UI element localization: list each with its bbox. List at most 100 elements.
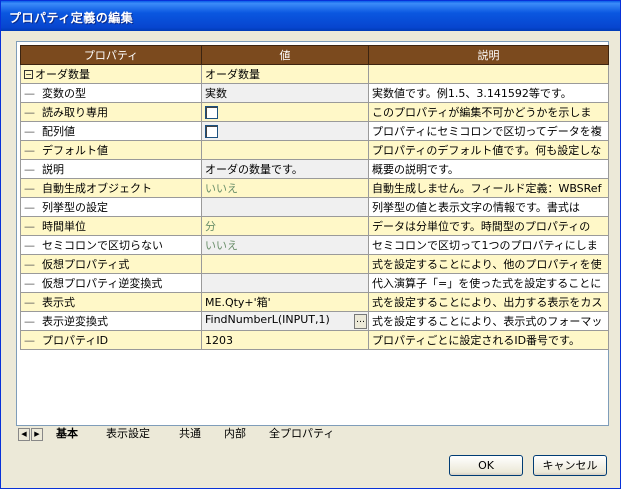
column-header-property[interactable]: プロパティ — [20, 45, 202, 65]
property-name-cell[interactable]: — 表示式 — [20, 292, 202, 312]
property-description-cell[interactable]: 列挙型の値と表示文字の情報です。書式は — [368, 197, 609, 217]
property-value-cell[interactable] — [201, 102, 369, 122]
tab-common[interactable]: 共通 — [179, 427, 201, 441]
tab-internal[interactable]: 内部 — [224, 427, 246, 441]
property-name-cell[interactable]: — 仮想プロパティ式 — [20, 254, 202, 274]
table-row[interactable]: − オーダ数量 オーダ数量 — [20, 64, 609, 84]
property-grid: プロパティ 値 説明 − オーダ数量 オーダ数量 — 変数の型 実数 実数値です。例1.5、… — [16, 41, 609, 431]
property-description-cell[interactable]: プロパティのデフォルト値です。何も設定しな — [368, 140, 609, 160]
tab-basic[interactable]: 基本 — [56, 427, 78, 441]
table-row[interactable]: — 読み取り専用 このプロパティが編集不可かどうかを示しま — [20, 102, 609, 122]
property-name: デフォルト値 — [42, 144, 108, 157]
property-value-cell[interactable]: いいえ — [201, 235, 369, 255]
property-name: 列挙型の設定 — [42, 201, 108, 214]
property-name-cell[interactable]: — デフォルト値 — [20, 140, 202, 160]
window-title: プロパティ定義の編集 — [9, 11, 134, 25]
property-value-cell[interactable]: … FindNumberL(INPUT,1) — [201, 311, 369, 331]
tab-bar: ◀ ▶ 基本 表示設定 共通 内部 全プロパティ — [16, 425, 609, 443]
property-description-cell[interactable] — [368, 64, 609, 84]
tree-line-icon: — — [24, 125, 35, 138]
property-name-cell[interactable]: — 変数の型 — [20, 83, 202, 103]
property-name-cell[interactable]: — 読み取り専用 — [20, 102, 202, 122]
checkbox[interactable] — [205, 124, 218, 138]
property-value-cell[interactable] — [201, 273, 369, 293]
property-name: 仮想プロパティ式 — [42, 258, 130, 271]
table-row[interactable]: — 表示式 ME.Qty+'箱' 式を設定することにより、出力する表示をカス — [20, 292, 609, 312]
table-row[interactable]: — 表示逆変換式 … FindNumberL(INPUT,1) 式を設定することにより、… — [20, 311, 609, 331]
property-value: いいえ — [205, 182, 238, 195]
table-row[interactable]: — 時間単位 分 データは分単位です。時間型のプロパティの — [20, 216, 609, 236]
property-name-cell[interactable]: — 配列値 — [20, 121, 202, 141]
property-value-cell[interactable] — [201, 197, 369, 217]
property-name: 読み取り専用 — [42, 106, 108, 119]
tree-line-icon: — — [24, 277, 35, 290]
tab-scroll-left-icon[interactable]: ◀ — [18, 428, 30, 441]
property-description-cell[interactable]: プロパティにセミコロンで区切ってデータを複 — [368, 121, 609, 141]
tree-line-icon: — — [24, 201, 35, 214]
property-description-cell[interactable]: 代入演算子「=」を使った式を設定することに — [368, 273, 609, 293]
property-value-cell[interactable]: 実数 — [201, 83, 369, 103]
property-name-cell[interactable]: — 説明 — [20, 159, 202, 179]
property-value-cell[interactable]: 分 — [201, 216, 369, 236]
property-value-cell[interactable]: オーダ数量 — [201, 64, 369, 84]
table-row[interactable]: — 列挙型の設定 列挙型の値と表示文字の情報です。書式は — [20, 197, 609, 217]
property-name-cell[interactable]: — セミコロンで区切らない — [20, 235, 202, 255]
property-description-cell[interactable]: このプロパティが編集不可かどうかを示しま — [368, 102, 609, 122]
property-name-cell[interactable]: — 自動生成オブジェクト — [20, 178, 202, 198]
property-name: 表示式 — [42, 296, 75, 309]
table-row[interactable]: — 配列値 プロパティにセミコロンで区切ってデータを複 — [20, 121, 609, 141]
property-name-cell[interactable]: — プロパティID — [20, 330, 202, 350]
property-description-cell[interactable]: 式を設定することにより、出力する表示をカス — [368, 292, 609, 312]
property-description-cell[interactable]: 概要の説明です。 — [368, 159, 609, 179]
table-row[interactable]: — 自動生成オブジェクト いいえ 自動生成しません。フィールド定義：WBSRef — [20, 178, 609, 198]
property-description-cell[interactable]: 自動生成しません。フィールド定義：WBSRef — [368, 178, 609, 198]
table-row[interactable]: — 仮想プロパティ逆変換式 代入演算子「=」を使った式を設定することに — [20, 273, 609, 293]
table-row[interactable]: — デフォルト値 プロパティのデフォルト値です。何も設定しな — [20, 140, 609, 160]
property-value: いいえ — [205, 239, 238, 252]
tab-all-properties[interactable]: 全プロパティ — [269, 427, 334, 441]
property-description-cell[interactable]: 実数値です。例1.5、3.141592等です。 — [368, 83, 609, 103]
property-value: FindNumberL(INPUT,1) — [205, 313, 330, 326]
property-description-cell[interactable]: データは分単位です。時間型のプロパティの — [368, 216, 609, 236]
property-description-cell[interactable]: 式を設定することにより、他のプロパティを使 — [368, 254, 609, 274]
property-value-cell[interactable] — [201, 121, 369, 141]
property-value-cell[interactable]: ME.Qty+'箱' — [201, 292, 369, 312]
property-value: オーダ数量 — [205, 68, 260, 81]
table-row[interactable]: — 仮想プロパティ式 式を設定することにより、他のプロパティを使 — [20, 254, 609, 274]
property-name-cell[interactable]: — 列挙型の設定 — [20, 197, 202, 217]
table-row[interactable]: — 変数の型 実数 実数値です。例1.5、3.141592等です。 — [20, 83, 609, 103]
property-name: プロパティID — [42, 334, 109, 347]
checkbox[interactable] — [205, 105, 218, 119]
property-name-cell[interactable]: — 仮想プロパティ逆変換式 — [20, 273, 202, 293]
title-bar[interactable]: プロパティ定義の編集 — [1, 1, 620, 31]
tree-line-icon: — — [24, 296, 35, 309]
property-value-cell[interactable]: オーダの数量です。 — [201, 159, 369, 179]
table-row[interactable]: — セミコロンで区切らない いいえ セミコロンで区切って1つのプロパティにしま — [20, 235, 609, 255]
property-description-cell[interactable]: プロパティごとに設定されるID番号です。 — [368, 330, 609, 350]
property-value: 1203 — [205, 333, 233, 347]
ok-button[interactable]: OK — [449, 455, 523, 476]
tree-line-icon: — — [24, 315, 35, 328]
column-header-description[interactable]: 説明 — [368, 45, 609, 65]
property-value-cell[interactable]: いいえ — [201, 178, 369, 198]
tab-display-settings[interactable]: 表示設定 — [106, 427, 150, 441]
property-value-cell[interactable] — [201, 254, 369, 274]
property-name-cell[interactable]: − オーダ数量 — [20, 64, 202, 84]
property-name-cell[interactable]: — 時間単位 — [20, 216, 202, 236]
collapse-icon[interactable]: − — [24, 69, 33, 79]
cancel-button[interactable]: キャンセル — [533, 455, 607, 476]
tab-scroll-right-icon[interactable]: ▶ — [31, 428, 43, 441]
property-description-cell[interactable]: 式を設定することにより、表示式のフォーマッ — [368, 311, 609, 331]
column-header-value[interactable]: 値 — [201, 45, 369, 65]
tree-line-icon: — — [24, 87, 35, 100]
property-description-cell[interactable]: セミコロンで区切って1つのプロパティにしま — [368, 235, 609, 255]
property-value-cell[interactable]: 1203 — [201, 330, 369, 350]
table-row[interactable]: — プロパティID 1203 プロパティごとに設定されるID番号です。 — [20, 330, 609, 350]
tree-line-icon: — — [24, 144, 35, 157]
property-value-cell[interactable] — [201, 140, 369, 160]
ellipsis-button[interactable]: … — [354, 314, 367, 329]
property-value: 実数 — [205, 87, 227, 100]
property-value: オーダの数量です。 — [205, 163, 303, 176]
property-name-cell[interactable]: — 表示逆変換式 — [20, 311, 202, 331]
table-row[interactable]: — 説明 オーダの数量です。 概要の説明です。 — [20, 159, 609, 179]
